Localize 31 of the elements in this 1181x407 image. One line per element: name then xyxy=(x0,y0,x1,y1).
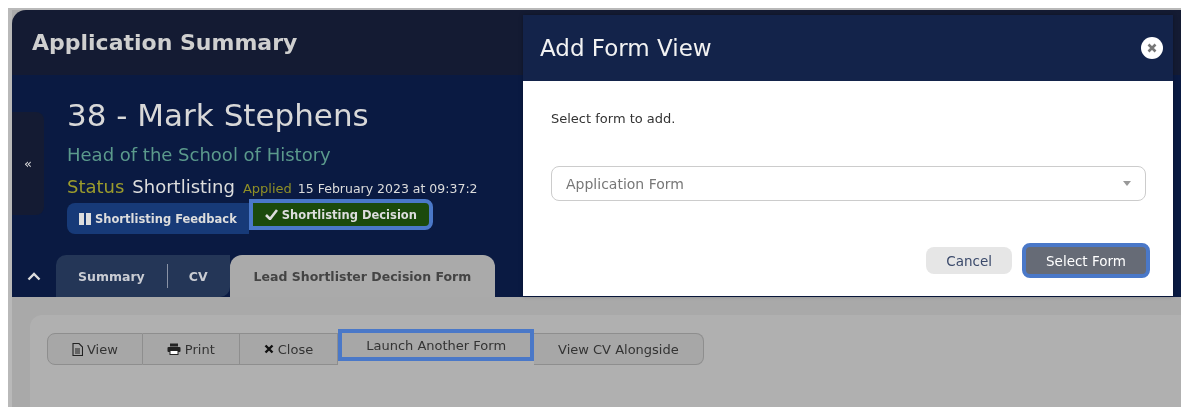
toolbar-button[interactable]: View CV Alongside xyxy=(534,333,704,365)
tab[interactable]: CV xyxy=(166,255,230,297)
stage-button[interactable]: Shortlisting Decision xyxy=(248,199,433,230)
job-title: Head of the School of History xyxy=(67,143,332,167)
chevron-up-icon[interactable] xyxy=(27,271,41,281)
printer-icon xyxy=(166,343,181,355)
applied-date: 15 February 2023 at 09:37:2 xyxy=(297,180,478,198)
toolbar-button[interactable]: Close xyxy=(239,333,339,365)
toolbar-button[interactable]: Launch Another Form xyxy=(338,329,535,361)
dialog-title: Add Form View xyxy=(540,35,712,61)
cancel-button[interactable]: Cancel xyxy=(926,247,1012,274)
select-form-button[interactable]: Select Form xyxy=(1022,243,1150,278)
close-icon xyxy=(263,344,274,354)
toolbar-button[interactable]: View xyxy=(47,333,143,365)
close-icon[interactable] xyxy=(1141,37,1163,59)
tab[interactable]: Lead Shortlister Decision Form xyxy=(229,255,496,297)
tab[interactable]: Summary xyxy=(56,255,167,297)
columns-icon xyxy=(79,212,91,225)
applicant-name: 38 - Mark Stephens xyxy=(67,96,370,135)
applied-label: Applied xyxy=(242,180,292,198)
status-label: Status xyxy=(67,175,125,199)
page-title: Application Summary xyxy=(32,30,298,55)
document-icon xyxy=(72,342,83,356)
checkmark-icon xyxy=(264,209,278,220)
status-value: Shortlisting xyxy=(132,175,235,199)
stage-button[interactable]: Shortlisting Feedback xyxy=(67,203,249,234)
toolbar-button[interactable]: Print xyxy=(142,333,240,365)
sidebar-toggle[interactable]: « xyxy=(12,112,44,215)
form-select[interactable]: Application Form xyxy=(551,166,1146,201)
caret-icon xyxy=(1123,181,1131,186)
dialog-prompt: Select form to add. xyxy=(551,111,677,126)
